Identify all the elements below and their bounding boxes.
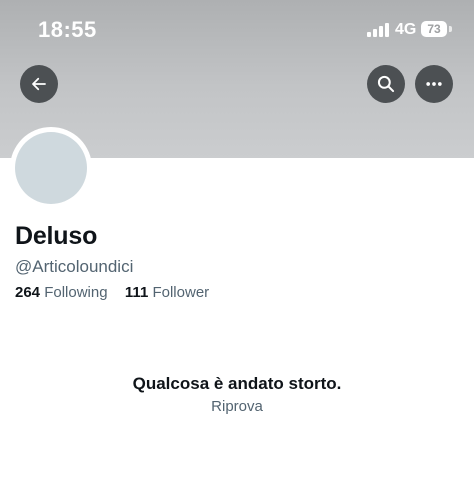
search-icon — [377, 75, 395, 93]
display-name: Deluso — [15, 222, 98, 250]
battery-icon: 73 — [421, 21, 447, 37]
profile-stats: 264 Following 111 Follower — [15, 284, 209, 301]
search-button[interactable] — [367, 65, 405, 103]
user-handle: @Articoloundici — [15, 257, 134, 276]
back-button[interactable] — [20, 65, 58, 103]
avatar-image — [15, 132, 87, 204]
network-type: 4G — [395, 21, 417, 38]
arrow-left-icon — [32, 77, 46, 91]
following-link[interactable]: 264 Following — [15, 284, 108, 301]
following-label: Following — [44, 284, 108, 301]
status-time: 18:55 — [38, 17, 97, 42]
status-bar: 18:55 4G 73 — [0, 0, 474, 60]
avatar[interactable] — [10, 127, 92, 209]
battery-tip — [449, 26, 452, 32]
followers-link[interactable]: 111 Follower — [125, 284, 209, 301]
retry-button[interactable]: Riprova — [0, 398, 474, 415]
followers-label: Follower — [152, 284, 210, 301]
followers-count: 111 — [124, 284, 149, 301]
signal-bars-icon — [367, 23, 389, 37]
battery-level: 73 — [427, 22, 441, 36]
more-horizontal-icon — [426, 82, 442, 86]
following-count: 264 — [15, 284, 41, 301]
more-button[interactable] — [415, 65, 453, 103]
error-message: Qualcosa è andato storto. — [132, 374, 342, 393]
